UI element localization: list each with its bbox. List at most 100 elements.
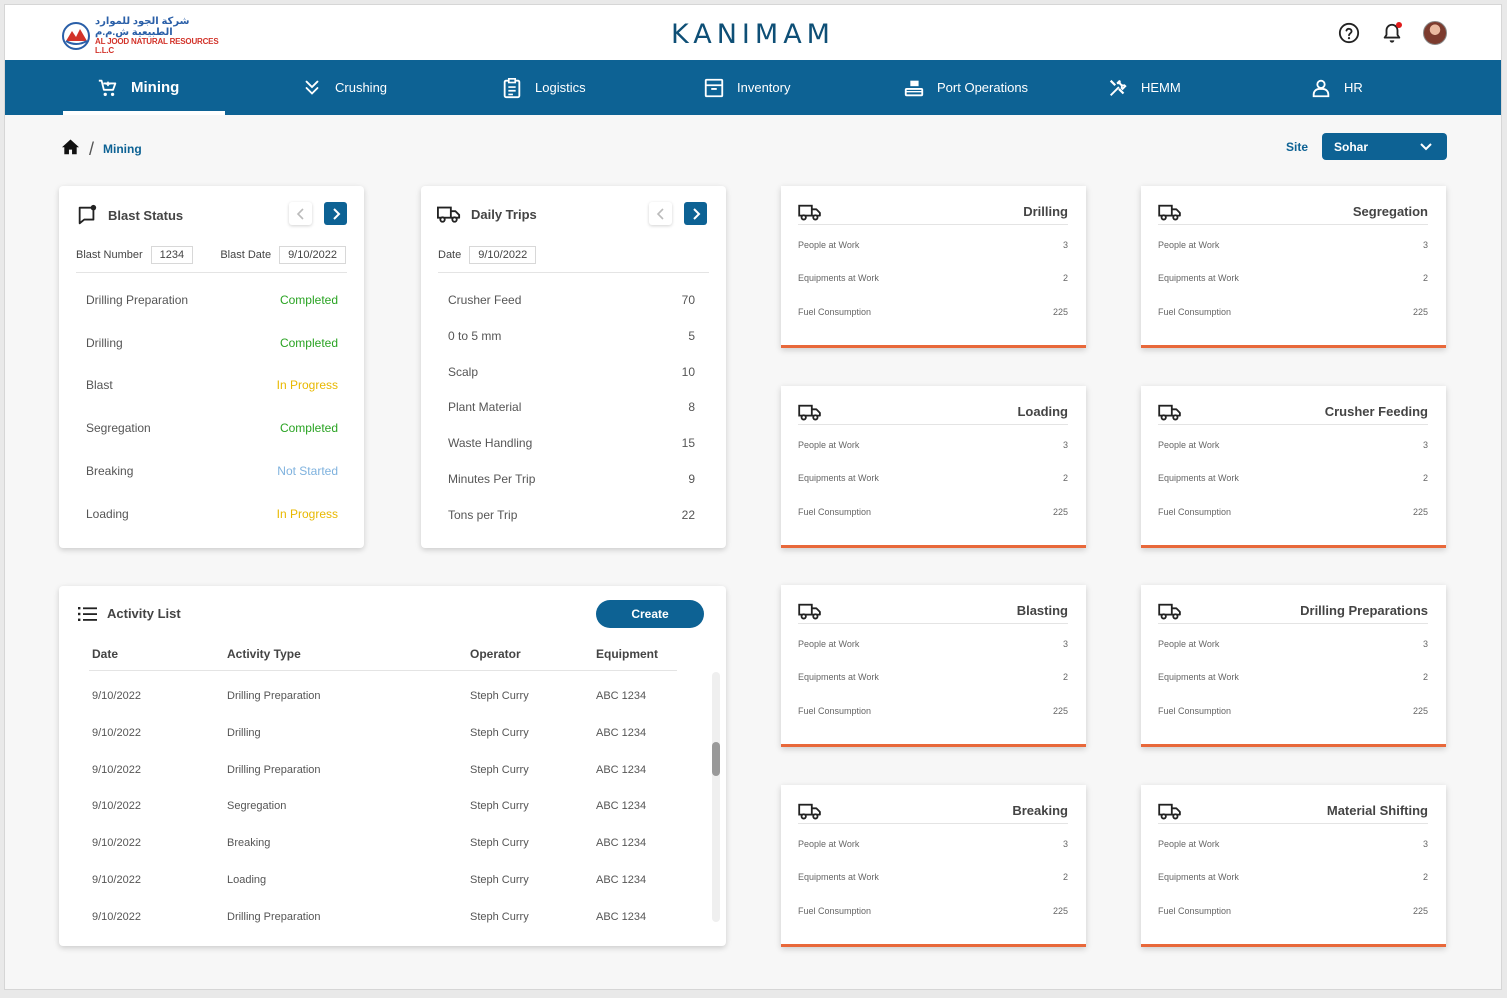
site-activity-card[interactable]: Segregation People at Work 3 Equipments at … <box>1141 186 1446 348</box>
site-dropdown[interactable]: Sohar <box>1322 133 1447 160</box>
home-icon[interactable] <box>61 138 80 160</box>
nav-mining[interactable]: Mining <box>62 60 226 115</box>
people-at-work-row: People at Work 3 <box>798 839 1068 849</box>
site-card-title: Drilling Preparations <box>1300 603 1428 618</box>
activity-equipment: ABC 1234 <box>596 800 647 813</box>
truck-icon <box>1158 802 1182 825</box>
truck-icon <box>1158 203 1182 226</box>
archive-box-icon <box>704 78 724 97</box>
site-card-title: Breaking <box>1012 803 1068 818</box>
column-operator[interactable]: Operator <box>470 647 521 661</box>
nav-hemm[interactable]: HEMM <box>1107 60 1181 115</box>
trip-category-value: 10 <box>681 364 695 379</box>
fuel-consumption-value: 225 <box>1412 906 1428 916</box>
fuel-consumption-label: Fuel Consumption <box>1158 706 1232 716</box>
activity-scrollbar-thumb[interactable] <box>712 742 720 776</box>
blast-status-row: Drilling Completed <box>86 336 338 350</box>
people-at-work-value: 3 <box>1062 440 1068 450</box>
fuel-consumption-row: Fuel Consumption 225 <box>798 307 1068 317</box>
daily-trips-row: Minutes Per Trip 9 <box>448 472 695 486</box>
equipments-at-work-value: 2 <box>1062 672 1068 682</box>
trips-date-field[interactable]: 9/10/2022 <box>469 246 537 264</box>
daily-trips-row: Scalp 10 <box>448 365 695 379</box>
fuel-consumption-value: 225 <box>1412 307 1428 317</box>
equipments-at-work-value: 2 <box>1422 872 1428 882</box>
activity-date: 9/10/2022 <box>92 910 141 923</box>
blast-stage-label: Blast <box>86 378 113 392</box>
site-card-title: Segregation <box>1352 204 1428 219</box>
chevron-left-icon <box>296 207 304 220</box>
breadcrumb-current: Mining <box>103 142 142 156</box>
blast-status-row: Segregation Completed <box>86 421 338 435</box>
blast-status-row: Blast In Progress <box>86 378 338 392</box>
people-at-work-label: People at Work <box>1158 839 1220 849</box>
equipments-at-work-value: 2 <box>1062 273 1068 283</box>
trip-category-value: 5 <box>688 328 695 343</box>
blast-stage-label: Breaking <box>86 464 134 478</box>
blast-status-list: Drilling Preparation Completed Drilling Com… <box>86 293 338 523</box>
column-activity-type[interactable]: Activity Type <box>227 647 301 661</box>
blast-status-row: Loading In Progress <box>86 507 338 521</box>
people-at-work-value: 3 <box>1062 839 1068 849</box>
daily-trips-title: Daily Trips <box>471 206 537 222</box>
cart-icon <box>98 79 117 96</box>
nav-hemm-label: HEMM <box>1141 80 1181 95</box>
activity-type: Breaking <box>227 837 271 850</box>
site-activity-card[interactable]: Breaking People at Work 3 Equipments at Wor… <box>781 785 1086 947</box>
blast-date-field[interactable]: 9/10/2022 <box>279 246 346 264</box>
blast-stage-status: Completed <box>279 336 338 350</box>
trip-category-value: 22 <box>681 507 695 522</box>
blast-next-button[interactable] <box>324 202 347 225</box>
site-activity-card[interactable]: Loading People at Work 3 Equipments at Work… <box>781 386 1086 548</box>
create-button[interactable]: Create <box>596 600 704 628</box>
daily-trips-card: Daily Trips Date 9/10/2022 Crusher Feed 7… <box>421 186 726 548</box>
blast-stage-label: Drilling Preparation <box>86 293 189 307</box>
help-circle-icon[interactable] <box>1337 22 1360 45</box>
trips-prev-button[interactable] <box>649 202 672 225</box>
people-at-work-row: People at Work 3 <box>798 440 1068 450</box>
blast-prev-button[interactable] <box>289 202 312 225</box>
list-icon <box>78 606 97 621</box>
equipments-at-work-value: 2 <box>1062 872 1068 882</box>
activity-type: Drilling <box>227 726 261 739</box>
trip-category-label: 0 to 5 mm <box>448 328 502 343</box>
equipments-at-work-label: Equipments at Work <box>798 872 879 882</box>
fuel-consumption-label: Fuel Consumption <box>1158 906 1232 916</box>
site-activity-card[interactable]: Blasting People at Work 3 Equipments at Wor… <box>781 585 1086 747</box>
chevron-right-icon <box>332 207 340 220</box>
nav-logistics[interactable]: Logistics <box>501 60 586 115</box>
bell-icon[interactable] <box>1380 21 1403 45</box>
nav-crushing[interactable]: Crushing <box>301 60 387 115</box>
site-activity-card[interactable]: Drilling People at Work 3 Equipments at Wor… <box>781 186 1086 348</box>
blast-stage-label: Loading <box>86 507 129 521</box>
equipments-at-work-label: Equipments at Work <box>798 473 879 483</box>
column-equipment[interactable]: Equipment <box>596 647 658 661</box>
nav-hr[interactable]: HR <box>1310 60 1363 115</box>
trip-category-value: 70 <box>681 293 695 307</box>
activity-operator: Steph Curry <box>470 690 529 702</box>
trips-next-button[interactable] <box>684 202 707 225</box>
activity-scrollbar[interactable] <box>712 672 720 922</box>
daily-trips-row: Plant Material 8 <box>448 400 695 414</box>
site-activity-card[interactable]: Material Shifting People at Work 3 Equipmen… <box>1141 785 1446 947</box>
people-at-work-label: People at Work <box>798 240 860 250</box>
blast-number-field[interactable]: 1234 <box>150 246 194 264</box>
blast-stage-label: Drilling <box>86 336 123 350</box>
people-at-work-row: People at Work 3 <box>1158 839 1428 849</box>
blast-number-label: Blast Number <box>76 249 143 261</box>
activity-operator: Steph Curry <box>470 726 529 739</box>
fuel-consumption-row: Fuel Consumption 225 <box>798 507 1068 517</box>
site-activity-card[interactable]: Drilling Preparations People at Work 3 Equi… <box>1141 585 1446 747</box>
nav-port-operations[interactable]: Port Operations <box>903 60 1028 115</box>
site-dropdown-value: Sohar <box>1334 139 1369 154</box>
site-activity-card[interactable]: Crusher Feeding People at Work 3 Equipments… <box>1141 386 1446 548</box>
people-at-work-value: 3 <box>1062 639 1068 649</box>
column-date[interactable]: Date <box>92 647 118 661</box>
user-avatar[interactable] <box>1423 21 1447 45</box>
equipments-at-work-label: Equipments at Work <box>1158 872 1239 882</box>
fuel-consumption-row: Fuel Consumption 225 <box>1158 706 1428 716</box>
people-at-work-label: People at Work <box>1158 240 1220 250</box>
equipments-at-work-row: Equipments at Work 2 <box>1158 672 1428 682</box>
nav-inventory[interactable]: Inventory <box>703 60 790 115</box>
fuel-consumption-value: 225 <box>1052 507 1068 517</box>
